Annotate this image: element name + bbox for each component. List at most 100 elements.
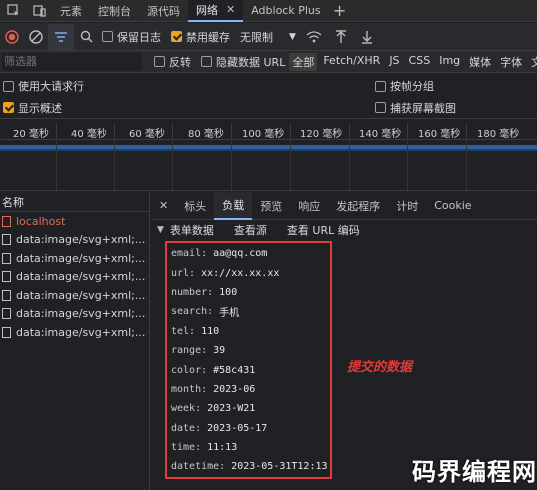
resource-type-filters: 全部 Fetch/XHR JS CSS Img 媒体 字体 文档 [289,52,537,71]
checkbox-box [3,102,14,113]
tab-sources[interactable]: 源代码 [139,0,188,22]
big-rows-label: 使用大请求行 [18,80,84,93]
field-key: url: [171,267,196,279]
form-data-fields: email: aa@qq.com url: xx://xx.xx.xx number… [171,244,328,477]
timeline-tick: 180 毫秒 [477,129,520,140]
timeline-tick-line [466,124,467,140]
hide-data-urls-checkbox[interactable]: 隐藏数据 URL [201,54,285,70]
form-field: search: 手机 [171,302,328,321]
form-data-title: 表单数据 [169,224,214,237]
tab-preview[interactable]: 预览 [252,192,290,220]
tab-response[interactable]: 响应 [290,192,328,220]
network-conditions-icon[interactable] [300,30,328,43]
tab-initiator[interactable]: 发起程序 [328,192,388,220]
invert-checkbox[interactable]: 反转 [154,54,191,70]
image-file-icon [2,289,11,301]
image-file-icon [2,326,11,338]
form-data-header[interactable]: ▼ 表单数据 查看源 查看 URL 编码 [151,220,537,240]
tab-timing[interactable]: 计时 [388,192,426,220]
form-field: range: 39 [171,341,328,360]
type-filter-img[interactable]: Img [436,53,463,71]
request-row[interactable]: data:image/svg+xml;... [0,231,149,250]
image-file-icon [2,271,11,283]
view-url-encoded-link[interactable]: 查看 URL 编码 [287,222,360,238]
timeline-tick: 20 毫秒 [13,129,49,140]
type-filter-font[interactable]: 字体 [497,53,525,71]
throttle-value: 无限制 [240,30,273,44]
filter-icon[interactable] [48,23,74,50]
export-har-icon[interactable] [354,30,380,44]
tab-network[interactable]: 网络 ✕ [188,0,244,22]
capture-screenshots-checkbox[interactable]: 捕获屏幕截图 [375,100,456,116]
disable-cache-label: 禁用缓存 [186,30,230,44]
close-detail-icon[interactable]: ✕ [151,192,176,220]
annotation-text: 提交的数据 [347,360,413,375]
type-filter-doc[interactable]: 文档 [528,53,537,71]
tab-headers[interactable]: 标头 [176,192,214,220]
tab-label: 源代码 [147,4,180,18]
type-filter-fetch-xhr[interactable]: Fetch/XHR [320,53,383,71]
form-field: week: 2023-W21 [171,399,328,418]
tab-label: Adblock Plus [251,4,321,17]
timeline-tick: 140 毫秒 [359,129,402,140]
field-value: 110 [201,325,220,337]
request-row[interactable]: data:image/svg+xml;... [0,323,149,342]
request-row[interactable]: localhost [0,212,149,231]
options-row-1: 使用大请求行 按帧分组 [0,75,537,97]
record-stop-icon[interactable] [0,29,24,44]
type-filter-css[interactable]: CSS [406,53,434,71]
tab-elements[interactable]: 元素 [52,0,90,22]
device-toolbar-icon[interactable] [26,0,52,22]
request-name: data:image/svg+xml;... [16,233,146,247]
show-overview-label: 显示概述 [18,101,62,115]
type-filter-js[interactable]: JS [386,53,402,71]
field-key: range: [171,345,208,357]
chevron-down-icon: ▼ [157,225,164,235]
request-row[interactable]: data:image/svg+xml;... [0,249,149,268]
name-column-header[interactable]: 名称 [0,192,149,212]
big-rows-checkbox[interactable]: 使用大请求行 [3,78,84,94]
tab-cookies[interactable]: Cookie [426,192,479,220]
clear-icon[interactable] [24,29,48,44]
field-key: date: [171,422,202,434]
field-key: time: [171,442,202,454]
timeline-grid-line [290,141,291,190]
tab-payload[interactable]: 负载 [214,191,253,220]
request-row[interactable]: data:image/svg+xml;... [0,305,149,324]
timeline-grid-line [407,141,408,190]
document-icon [2,215,11,227]
view-source-link[interactable]: 查看源 [234,222,267,238]
timeline-overview[interactable] [0,141,537,191]
group-by-frame-checkbox[interactable]: 按帧分组 [375,78,434,94]
filter-input[interactable] [2,52,142,71]
import-har-icon[interactable] [328,29,354,44]
tab-console[interactable]: 控制台 [90,0,139,22]
group-by-frame-label: 按帧分组 [390,80,434,93]
timeline-tick: 40 毫秒 [71,129,107,140]
inspect-element-icon[interactable] [0,0,26,22]
preserve-log-checkbox[interactable]: 保留日志 [102,29,161,45]
field-key: week: [171,403,202,415]
request-list: 名称 localhost data:image/svg+xml;... data… [0,192,150,490]
throttle-select[interactable]: 无限制 ▼ [240,29,296,45]
timeline-tick-line [114,124,115,140]
type-filter-all[interactable]: 全部 [289,52,318,71]
request-row[interactable]: data:image/svg+xml;... [0,268,149,287]
search-icon[interactable] [74,30,98,43]
show-overview-checkbox[interactable]: 显示概述 [3,100,62,116]
timeline-activity-shadow [0,149,537,151]
field-value: 39 [213,345,226,357]
field-value: aa@qq.com [213,248,268,260]
form-field: color: #58c431 [171,360,328,379]
close-tab-icon[interactable]: ✕ [226,3,235,16]
add-tab-button[interactable]: + [329,1,351,20]
tab-adblock-plus[interactable]: Adblock Plus [243,0,328,22]
capture-screenshots-label: 捕获屏幕截图 [390,101,456,115]
field-value: 手机 [219,308,240,320]
tab-label: 网络 [196,3,218,17]
disable-cache-checkbox[interactable]: 禁用缓存 [171,29,230,45]
type-filter-media[interactable]: 媒体 [466,53,494,71]
request-row[interactable]: data:image/svg+xml;... [0,286,149,305]
field-key: month: [171,383,208,395]
hide-data-urls-label: 隐藏数据 URL [216,55,286,69]
